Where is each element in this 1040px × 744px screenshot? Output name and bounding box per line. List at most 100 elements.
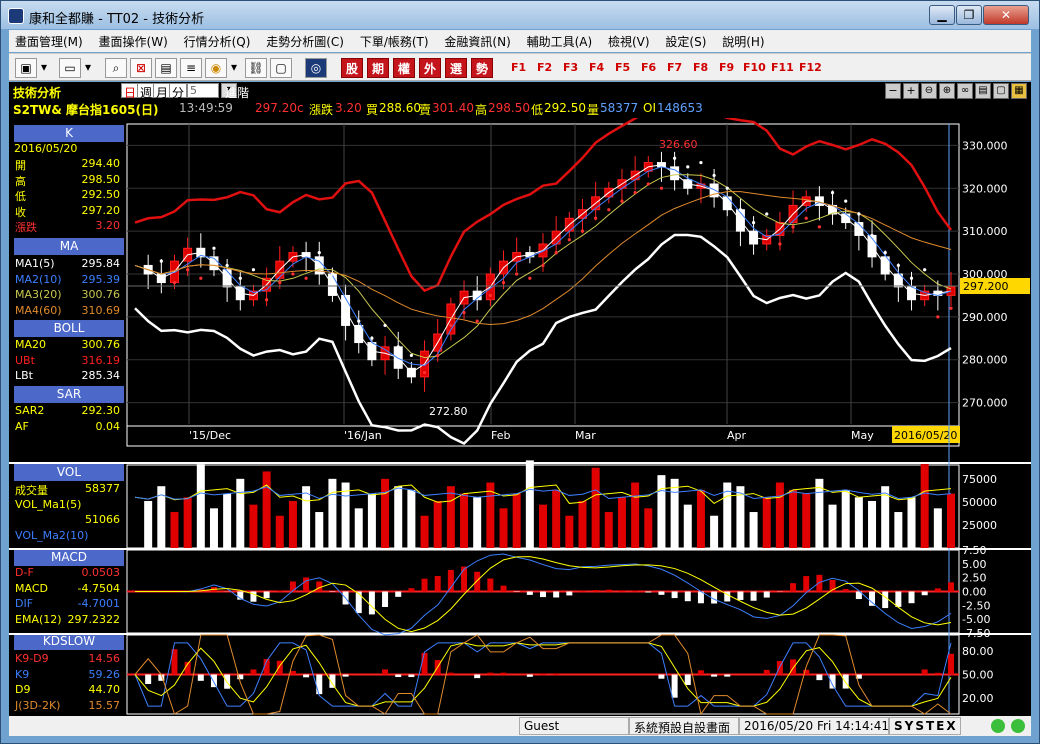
macd-histogram-bar bbox=[921, 591, 928, 596]
advanced-button[interactable]: 進階 bbox=[225, 84, 249, 101]
menu-tools[interactable]: 輔助工具(A) bbox=[521, 30, 599, 52]
grid-icon[interactable]: ▤ bbox=[155, 58, 177, 78]
maximize-button[interactable]: ❐ bbox=[956, 5, 982, 25]
macd-histogram-bar bbox=[408, 588, 415, 592]
sar-dot bbox=[594, 216, 598, 220]
kd-histogram-bar bbox=[421, 652, 428, 675]
chart-area[interactable]: 330.000320.000310.000300.000290.000280.0… bbox=[9, 118, 1031, 716]
volume-bar bbox=[775, 482, 784, 548]
f3-button[interactable]: F3 bbox=[563, 61, 578, 74]
futures-button[interactable]: 期 bbox=[367, 58, 389, 78]
close-button[interactable]: ✕ bbox=[983, 5, 1029, 25]
menu-screen-manage[interactable]: 畫面管理(M) bbox=[9, 30, 89, 52]
menu-financial-info[interactable]: 金融資訊(N) bbox=[438, 30, 516, 52]
trend-button[interactable]: 勢 bbox=[471, 58, 493, 78]
macd-histogram-bar bbox=[553, 591, 560, 598]
f4-button[interactable]: F4 bbox=[589, 61, 604, 74]
kd-histogram-bar bbox=[408, 674, 415, 678]
link-icon[interactable]: ⛓ bbox=[245, 58, 267, 78]
chain-icon[interactable]: ∞ bbox=[957, 83, 973, 99]
sar-dot bbox=[659, 186, 664, 190]
sar-dot bbox=[804, 216, 808, 220]
zoom-in-icon[interactable]: ⊕ bbox=[939, 83, 955, 99]
volume-bar bbox=[670, 478, 679, 548]
close-window-icon[interactable]: ⊠ bbox=[130, 58, 152, 78]
systex-logo-icon[interactable]: ◎ bbox=[305, 58, 327, 78]
chevron-down-icon[interactable]: ▾ bbox=[38, 58, 50, 78]
kd-histogram-bar bbox=[250, 669, 257, 675]
bid-value: 288.60 bbox=[379, 101, 421, 115]
macd-histogram-bar bbox=[592, 590, 599, 592]
f6-button[interactable]: F6 bbox=[641, 61, 656, 74]
window-icon[interactable]: ▢ bbox=[993, 83, 1009, 99]
window-icon[interactable]: ▢ bbox=[270, 58, 292, 78]
minus-icon[interactable]: − bbox=[885, 83, 901, 99]
f12-button[interactable]: F12 bbox=[799, 61, 822, 74]
volume-bar bbox=[381, 478, 390, 548]
f10-button[interactable]: F10 bbox=[743, 61, 766, 74]
layout-icon[interactable]: ▣ bbox=[15, 58, 37, 78]
f8-button[interactable]: F8 bbox=[693, 61, 708, 74]
macd-histogram-bar bbox=[474, 571, 481, 592]
menu-order-account[interactable]: 下單/帳務(T) bbox=[354, 30, 435, 52]
save-icon[interactable]: ▤ bbox=[975, 83, 991, 99]
zoom-icon[interactable]: ⌕ bbox=[105, 58, 127, 78]
menu-quote-analysis[interactable]: 行情分析(Q) bbox=[178, 30, 257, 52]
kd-histogram-bar bbox=[197, 674, 204, 681]
volume-value: 58377 bbox=[600, 101, 639, 115]
plus-icon[interactable]: + bbox=[903, 83, 919, 99]
period-select[interactable]: 5 bbox=[187, 83, 219, 98]
f9-button[interactable]: F9 bbox=[719, 61, 734, 74]
x-tick-label: Feb bbox=[491, 429, 510, 442]
options-button[interactable]: 權 bbox=[393, 58, 415, 78]
title-bar[interactable]: 康和全都賺 - TT02 - 技術分析 ▁ ❐ ✕ bbox=[1, 1, 1039, 29]
macd-tick-label: -7.50 bbox=[962, 627, 990, 640]
sar-dot bbox=[567, 238, 571, 242]
f5-button[interactable]: F5 bbox=[615, 61, 630, 74]
f7-button[interactable]: F7 bbox=[667, 61, 682, 74]
volume-bar bbox=[617, 497, 626, 548]
globe-icon[interactable]: ◉ bbox=[205, 58, 227, 78]
minimize-button[interactable]: ▁ bbox=[929, 5, 955, 25]
zoom-out-icon[interactable]: ⊖ bbox=[921, 83, 937, 99]
kd-histogram-bar bbox=[540, 673, 546, 675]
sar-dot bbox=[159, 259, 163, 263]
sar-dot bbox=[699, 160, 703, 165]
volume-bar bbox=[552, 489, 561, 548]
f11-button[interactable]: F11 bbox=[771, 61, 794, 74]
sar-dot bbox=[212, 246, 216, 250]
symbol-label: S2TW& 摩台指1605(日) bbox=[13, 103, 159, 117]
chevron-down-icon[interactable]: ▾ bbox=[82, 58, 94, 78]
list-icon[interactable]: ≡ bbox=[180, 58, 202, 78]
period-minute-tab[interactable]: 分 bbox=[169, 83, 188, 100]
menu-view[interactable]: 檢視(V) bbox=[602, 30, 656, 52]
macd-tick-label: 0.00 bbox=[962, 586, 987, 599]
volume-bar bbox=[604, 512, 613, 548]
chart-toolbar: 技術分析 日 週 月 分 5 ▾ 進階 − + ⊖ ⊕ ∞ ▤ ▢ ▦ bbox=[9, 82, 1031, 100]
volume-bar bbox=[868, 500, 877, 548]
kd-histogram-bar bbox=[816, 674, 823, 681]
menu-help[interactable]: 說明(H) bbox=[716, 30, 770, 52]
kd-tick-label: 80.00 bbox=[962, 645, 994, 658]
macd-histogram-bar bbox=[487, 578, 494, 592]
stock-button[interactable]: 股 bbox=[341, 58, 363, 78]
volume-bar bbox=[710, 515, 719, 548]
f1-button[interactable]: F1 bbox=[511, 61, 526, 74]
kd-histogram-bar bbox=[145, 674, 152, 684]
status-brand: SYSTEX bbox=[889, 717, 961, 735]
menu-trend-chart[interactable]: 走勢分析圖(C) bbox=[260, 30, 350, 52]
chevron-down-icon[interactable]: ▾ bbox=[228, 58, 240, 78]
sar-dot bbox=[936, 315, 940, 319]
volume-bar bbox=[446, 486, 455, 548]
volume-bar bbox=[828, 504, 837, 548]
foreign-button[interactable]: 外 bbox=[419, 58, 441, 78]
app-window: 康和全都賺 - TT02 - 技術分析 ▁ ❐ ✕ 畫面管理(M) 畫面操作(W… bbox=[0, 0, 1040, 744]
menu-bar: 畫面管理(M) 畫面操作(W) 行情分析(Q) 走勢分析圖(C) 下單/帳務(T… bbox=[9, 30, 1031, 52]
monitor-icon[interactable]: ▭ bbox=[59, 58, 81, 78]
menu-screen-ops[interactable]: 畫面操作(W) bbox=[93, 30, 174, 52]
f2-button[interactable]: F2 bbox=[537, 61, 552, 74]
palette-icon[interactable]: ▦ bbox=[1011, 83, 1027, 99]
select-button[interactable]: 選 bbox=[445, 58, 467, 78]
menu-settings[interactable]: 設定(S) bbox=[659, 30, 712, 52]
sar-dot bbox=[462, 310, 466, 315]
